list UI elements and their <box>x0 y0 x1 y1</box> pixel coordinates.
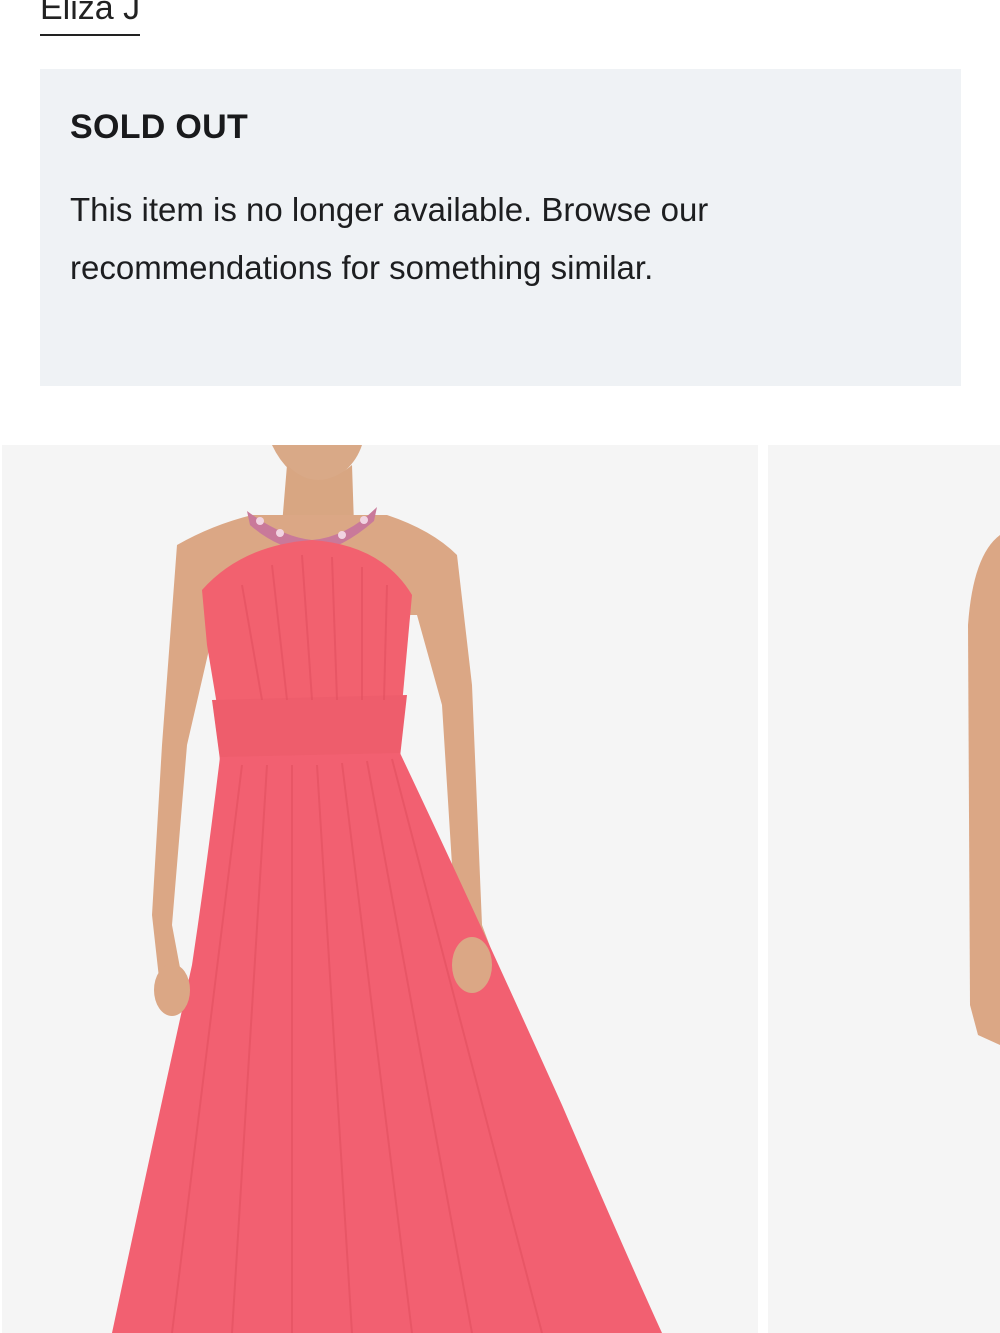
sold-out-message: This item is no longer available. Browse… <box>70 191 709 286</box>
brand-link[interactable]: Eliza J <box>40 0 141 36</box>
product-image-2[interactable] <box>768 445 1000 1333</box>
sold-out-title: SOLD OUT <box>70 108 249 146</box>
product-image-1[interactable] <box>2 445 758 1333</box>
dress-photo-partial <box>768 445 1000 1333</box>
product-image-carousel[interactable] <box>0 445 1000 1333</box>
sold-out-notice: SOLD OUT This item is no longer availabl… <box>40 69 961 386</box>
dress-photo <box>2 445 758 1333</box>
